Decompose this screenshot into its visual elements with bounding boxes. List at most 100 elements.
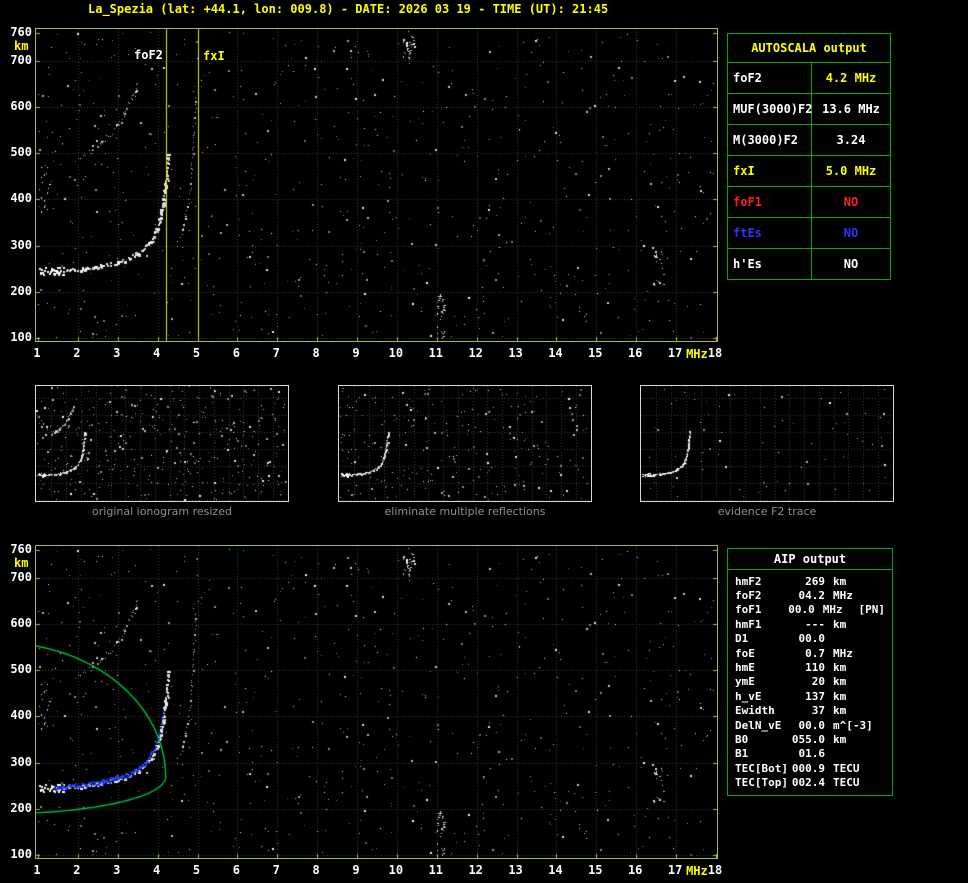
aip-row-name: TEC[Top] xyxy=(735,776,788,790)
aip-row-unit: km xyxy=(833,617,847,631)
y-tick-label: 600 xyxy=(10,98,32,113)
x-tick-label: 9 xyxy=(352,346,360,360)
aip-row: TEC[Top] 002.4 TECU xyxy=(728,775,892,789)
aip-row-name: Ewidth xyxy=(735,704,775,718)
x-tick-label: 6 xyxy=(232,346,240,360)
x-tick-label: 18 xyxy=(707,346,723,360)
x-tick-label: 7 xyxy=(272,346,280,360)
x-tick-label: 1 xyxy=(33,863,41,877)
y-tick-label: 300 xyxy=(10,754,32,769)
y-tick-label: 700 xyxy=(10,569,32,584)
autoscala-row-value: 4.2 MHz xyxy=(825,71,877,85)
aip-row-unit: km xyxy=(833,704,847,718)
x-tick-label: 17 xyxy=(667,863,683,877)
aip-row-name: hmE xyxy=(735,661,755,675)
x-tick-label: 5 xyxy=(192,863,201,877)
thumb-eliminate-reflections xyxy=(338,385,592,502)
thumb-caption-evidence: evidence F2 trace xyxy=(717,505,817,518)
aip-rows: hmF2 269 km foF2 04.2 MHz foF1 00.0 MHz [PN] hmF1-… xyxy=(728,574,892,790)
aip-row: B0 055.0 km xyxy=(728,732,892,746)
x-tick-label: 9 xyxy=(352,863,360,877)
autoscala-row-label: foF1 xyxy=(728,187,812,217)
y-tick-label: 100 xyxy=(10,329,32,344)
ionogram-canvas-top xyxy=(36,29,717,341)
x-axis-unit-label: MHz xyxy=(686,864,708,878)
autoscala-title: AUTOSCALA output xyxy=(751,41,867,55)
x-tick-label: 11 xyxy=(428,346,444,360)
autoscala-rows: foF2 4.2 MHz MUF(3000)F2 13.6 MHz M(3000)F2 3… xyxy=(728,62,890,279)
x-tick-label: 16 xyxy=(627,346,643,360)
x-tick-label: 3 xyxy=(113,346,121,360)
autoscala-row-value: NO xyxy=(843,195,859,209)
ionogram-plot-bottom xyxy=(35,545,718,859)
x-tick-label: 5 xyxy=(192,346,201,360)
autoscala-row: MUF(3000)F2 13.6 MHz xyxy=(728,93,890,124)
thumb-original-canvas xyxy=(36,386,288,501)
y-tick-label: 700 xyxy=(10,52,32,67)
autoscala-row: M(3000)F2 3.24 xyxy=(728,124,890,155)
autoscala-row-value: NO xyxy=(843,257,859,271)
aip-row-extra: [PN] xyxy=(858,603,885,617)
y-axis-unit-label: km xyxy=(14,39,29,53)
aip-row: TEC[Bot] 000.9 TECU xyxy=(728,761,892,775)
thumb-caption-eliminate: eliminate multiple reflections xyxy=(384,505,546,518)
aip-row-name: B0 xyxy=(735,732,749,746)
autoscala-row-label: h'Es xyxy=(728,249,812,279)
x-tick-label: 8 xyxy=(312,863,320,877)
aip-row-unit: MHz xyxy=(833,646,853,660)
x-tick-label: 12 xyxy=(468,863,483,877)
autoscala-row: h'Es NO xyxy=(728,248,890,279)
aip-row-name: D1 xyxy=(735,632,749,646)
thumb-evidence-canvas xyxy=(641,386,893,501)
aip-row-unit: km xyxy=(833,689,847,703)
foF2-marker-label: foF2 xyxy=(134,48,163,62)
x-tick-label: 10 xyxy=(388,346,404,360)
aip-row: hmE 110 km xyxy=(728,660,892,674)
aip-row-value: --- xyxy=(805,617,825,631)
thumb-evidence-f2 xyxy=(640,385,894,502)
x-tick-label: 7 xyxy=(272,863,280,877)
autoscala-app-window: La_Spezia (lat: +44.1, lon: 009.8) - DAT… xyxy=(0,0,968,883)
aip-row-unit: TECU xyxy=(833,761,860,775)
x-tick-label: 2 xyxy=(73,863,81,877)
aip-row-name: TEC[Bot] xyxy=(735,761,788,775)
aip-row-name: foE xyxy=(735,646,755,660)
y-tick-label: 400 xyxy=(10,191,32,206)
y-tick-label: 600 xyxy=(10,615,32,630)
thumb-original-ionogram xyxy=(35,385,289,502)
aip-row-unit: km xyxy=(833,661,847,675)
aip-row: h_vE 137 km xyxy=(728,689,892,703)
x-axis-unit-label: MHz xyxy=(686,347,708,361)
aip-row-value: 269 xyxy=(805,574,825,588)
aip-row-value: 002.4 xyxy=(791,776,825,790)
aip-row-name: h_vE xyxy=(735,689,762,703)
x-tick-label: 4 xyxy=(153,863,161,877)
aip-panel: AIP output hmF2 269 km foF2 04.2 MHz foF1 00.0 M… xyxy=(727,548,893,796)
autoscala-row-label: MUF(3000)F2 xyxy=(728,94,812,124)
autoscala-row: foF2 4.2 MHz xyxy=(728,62,890,93)
aip-row-value: 04.2 xyxy=(798,589,826,603)
autoscala-panel: AUTOSCALA output foF2 4.2 MHz MUF(3000)F2 1… xyxy=(727,33,891,280)
y-tick-label: 200 xyxy=(10,800,32,815)
y-axis-unit-label: km xyxy=(14,556,29,570)
aip-row-value: 055.0 xyxy=(791,732,825,746)
y-tick-label: 760 xyxy=(10,542,32,556)
y-tick-label: 400 xyxy=(10,708,32,723)
x-tick-label: 15 xyxy=(588,863,603,877)
aip-row-unit: TECU xyxy=(833,776,860,790)
aip-row-name: ymE xyxy=(735,675,755,689)
x-tick-label: 14 xyxy=(548,863,563,877)
thumb-caption-original: original ionogram resized xyxy=(92,505,232,518)
aip-row-name: hmF2 xyxy=(735,574,762,588)
x-tick-label: 12 xyxy=(468,346,483,360)
y-tick-label: 200 xyxy=(10,283,32,298)
aip-row-value: 0.7 xyxy=(805,646,825,660)
fxI-marker-label: fxI xyxy=(203,49,225,63)
aip-row: hmF1 --- km xyxy=(728,617,892,631)
ionogram-plot-top: foF2 fxI xyxy=(35,28,718,342)
y-tick-label: 100 xyxy=(10,846,32,861)
aip-row-name: foF1 xyxy=(735,603,762,617)
aip-row-value: 000.9 xyxy=(791,761,825,775)
autoscala-row-value: 3.24 xyxy=(836,133,866,147)
aip-row-unit: m^[-3] xyxy=(833,718,873,732)
